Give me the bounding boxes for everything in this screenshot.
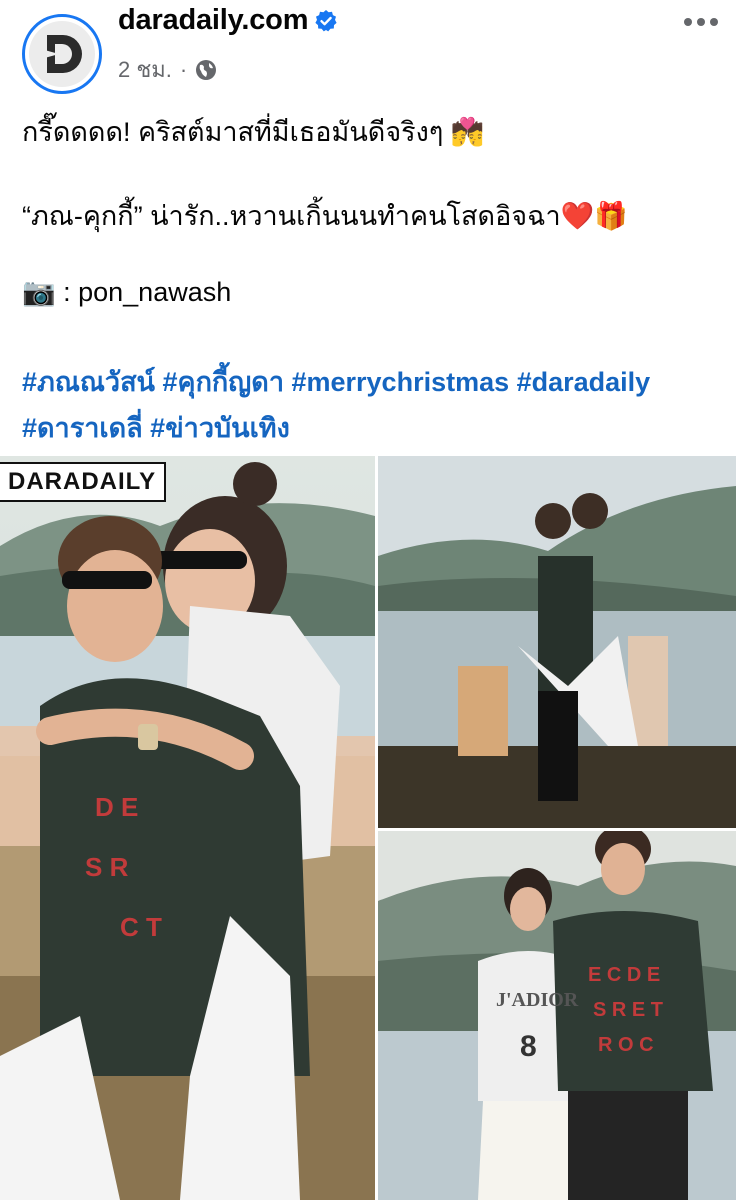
verified-badge-icon — [315, 9, 337, 31]
hashtag-row-2[interactable]: #ดาราเดลี่ #ข่าวบันเทิง — [22, 406, 290, 449]
page-name-text[interactable]: daradaily.com — [118, 4, 308, 37]
hashtag-row-1[interactable]: #ภณณวัสน์ #คุกกี้ญดา #merrychristmas #da… — [22, 360, 650, 403]
svg-text:S R: S R — [85, 852, 129, 882]
post-meta: 2 ชม. · — [118, 52, 217, 87]
post-text-line-1: กรี๊ดดดด! คริสต์มาสที่มีเธอมันดีจริงๆ 💏 — [22, 117, 485, 147]
svg-text:D E: D E — [95, 792, 138, 822]
more-dot — [684, 18, 692, 26]
post-text-line-3: 📷 : pon_nawash — [22, 277, 232, 307]
daradaily-logo-icon — [29, 21, 95, 87]
photo-bottom-right[interactable]: E C D E S R E T R O C J'ADIOR 8 — [378, 831, 736, 1200]
page-avatar[interactable] — [22, 14, 102, 94]
photo-main[interactable]: D E S R C T DARADAILY — [0, 456, 375, 1200]
shirt-text: J'ADIOR — [496, 989, 579, 1011]
svg-text:R O C: R O C — [598, 1034, 654, 1056]
page-name[interactable]: daradaily.com — [118, 4, 338, 37]
svg-text:S R E T: S R E T — [593, 999, 663, 1021]
more-dot — [710, 18, 718, 26]
svg-text:C T: C T — [120, 912, 162, 942]
post-header: daradaily.com 2 ชม. · — [0, 0, 736, 96]
post-text-line-2: “ภณ-คุกกี้” น่ารัก..หวานเกิ้นนนทำคนโสดอิ… — [22, 201, 628, 231]
watermark-logo: DARADAILY — [0, 462, 167, 502]
more-options-icon[interactable] — [684, 18, 718, 26]
globe-icon — [196, 59, 217, 80]
svg-text:E C D E: E C D E — [588, 964, 660, 986]
photo-top-right[interactable] — [378, 456, 736, 828]
shirt-number: 8 — [520, 1030, 537, 1063]
photo-grid: D E S R C T DARADAILY E C D E S R E T R O … — [0, 456, 736, 1200]
more-dot — [697, 18, 705, 26]
meta-separator: · — [179, 56, 188, 82]
post-time[interactable]: 2 ชม. — [118, 52, 172, 87]
